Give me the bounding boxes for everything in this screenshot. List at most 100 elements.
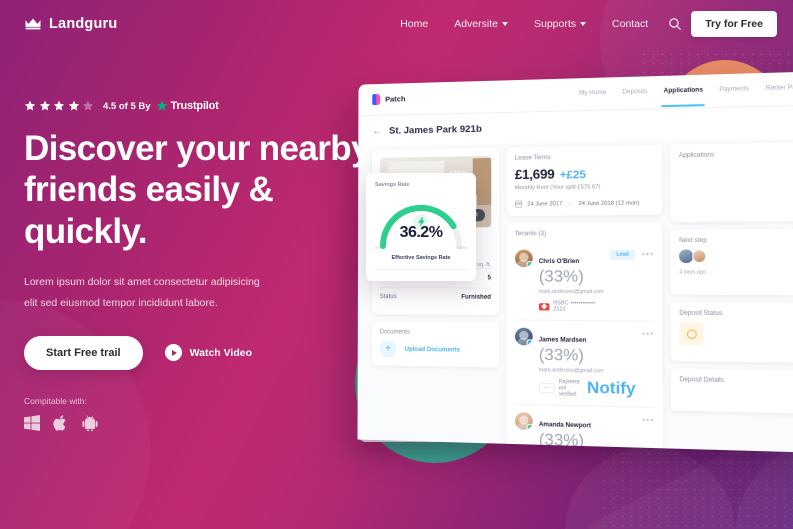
star-icon-empty bbox=[82, 100, 94, 111]
star-rating bbox=[24, 100, 94, 112]
nav-links: Home Adversite Supports Contact Try for … bbox=[387, 10, 777, 37]
dashboard-tab-renter-pass[interactable]: Renter Pass bbox=[766, 84, 793, 93]
nav-item-supports[interactable]: Supports bbox=[521, 18, 599, 30]
nav-item-contact-label: Contact bbox=[612, 17, 649, 30]
hero-subtext: Lorem ipsum dolor sit amet consectetur a… bbox=[24, 272, 294, 314]
nav-item-supports-label: Supports bbox=[534, 17, 577, 30]
notify-link[interactable]: Notify bbox=[587, 379, 636, 399]
deposit-details-card: Deposit Details bbox=[670, 368, 793, 414]
apple-icon[interactable] bbox=[53, 415, 69, 431]
android-icon[interactable] bbox=[82, 415, 98, 431]
trustpilot-logo[interactable]: Trustpilot bbox=[156, 100, 219, 112]
verified-badge-icon bbox=[526, 423, 533, 431]
avatar bbox=[692, 249, 707, 264]
patch-name: Patch bbox=[385, 94, 406, 104]
tenant-name: James Mardsen bbox=[538, 337, 587, 345]
windows-icon[interactable] bbox=[24, 414, 40, 431]
watch-video-button[interactable]: Watch Video bbox=[164, 344, 253, 362]
lease-date-start: 24 June 2017 bbox=[527, 200, 563, 208]
tenants-title: Tenants (3) bbox=[514, 231, 547, 238]
nav-item-contact[interactable]: Contact bbox=[599, 18, 661, 30]
watch-video-label: Watch Video bbox=[189, 346, 253, 359]
search-icon bbox=[669, 17, 682, 30]
deposit-status-icon bbox=[679, 322, 704, 346]
decor-dot-pattern-bottom bbox=[600, 440, 793, 529]
tenant-payment-row: HSBC •••••••••••• 2122 bbox=[538, 300, 604, 313]
trustpilot-name: Trustpilot bbox=[170, 100, 219, 112]
chevron-down-icon bbox=[502, 21, 508, 26]
start-free-trial-button[interactable]: Start Free trail bbox=[24, 335, 143, 370]
divider bbox=[375, 269, 467, 270]
dashboard-page-title: St. James Park 921b bbox=[389, 123, 482, 137]
lease-price-row: £1,699 +£25 bbox=[515, 165, 654, 182]
top-navbar: Landguru Home Adversite Supports Contact… bbox=[0, 0, 793, 47]
deposit-status-card: Deposit Status bbox=[670, 301, 793, 364]
next-step-card: Next step 4 days ago bbox=[670, 228, 793, 296]
search-button[interactable] bbox=[667, 16, 683, 32]
hero-subtext-line1: Lorem ipsum dolor sit amet consectetur a… bbox=[24, 275, 260, 288]
gauge-tick-min: 0% bbox=[375, 245, 381, 250]
more-options-icon[interactable]: ••• bbox=[642, 249, 654, 258]
pending-card-icon: — bbox=[538, 382, 555, 394]
lease-date-row: 24 June 2017 → 24 June 2018 (12 mon) bbox=[514, 199, 654, 208]
brand-name: Landguru bbox=[49, 15, 118, 32]
next-step-avatars bbox=[679, 249, 793, 264]
crown-icon bbox=[25, 18, 41, 30]
hero-content: 4.5 of 5 By Trustpilot Discover your nea… bbox=[24, 100, 374, 431]
nav-item-home[interactable]: Home bbox=[387, 18, 441, 30]
tenant-payment-row: — Payment not verified. Notify bbox=[538, 378, 636, 400]
next-step-time: 4 days ago bbox=[679, 269, 707, 276]
more-options-icon[interactable]: ••• bbox=[642, 415, 654, 425]
gauge-tick-max: 100% bbox=[456, 245, 467, 250]
tenant-row[interactable]: Chris O'Brien (33%) mark.andersen@gmail.… bbox=[514, 242, 655, 322]
property-row-status-key: Status bbox=[379, 294, 397, 301]
property-row-bedrooms-value: 5 bbox=[487, 275, 492, 282]
upload-documents-row[interactable]: + Upload Documents bbox=[379, 340, 491, 359]
more-options-icon[interactable]: ••• bbox=[642, 329, 654, 339]
documents-title: Documents bbox=[379, 329, 411, 336]
star-icon bbox=[24, 100, 36, 111]
applications-title: Applications bbox=[678, 152, 715, 160]
avatar bbox=[514, 412, 533, 431]
compatibility-icons bbox=[24, 414, 374, 431]
nav-item-adversite[interactable]: Adversite bbox=[441, 18, 521, 30]
next-step-title: Next step bbox=[679, 237, 707, 245]
cta-row: Start Free trail Watch Video bbox=[24, 335, 374, 370]
savings-rate-value: 36.2% bbox=[399, 224, 443, 241]
plus-icon: + bbox=[379, 340, 397, 358]
nav-item-adversite-label: Adversite bbox=[454, 17, 498, 30]
arrow-right-icon: → bbox=[567, 200, 574, 207]
tenant-email: mark.andersen@gmail.com bbox=[538, 367, 604, 375]
avatar bbox=[514, 327, 533, 346]
page-title: Discover your nearby friends easily & qu… bbox=[24, 129, 371, 251]
applications-card: Applications bbox=[670, 142, 793, 223]
compatibility-block: Compitable with: bbox=[24, 396, 374, 431]
dashboard-tab-payments[interactable]: Payments bbox=[719, 86, 749, 95]
lease-date-end: 24 June 2018 (12 mon) bbox=[578, 199, 640, 207]
tenants-card: Tenants (3) Chris O'Brien (33%) mark.and… bbox=[506, 222, 664, 453]
dashboard-tab-deposits[interactable]: Deposits bbox=[622, 88, 647, 97]
dashboard-tab-my-home[interactable]: My Home bbox=[579, 89, 606, 98]
try-for-free-button[interactable]: Try for Free bbox=[691, 10, 777, 37]
tenant-share: (33%) bbox=[538, 346, 584, 365]
verified-badge-icon bbox=[526, 260, 533, 268]
tenant-name: Chris O'Brien bbox=[538, 258, 580, 266]
status-badge: Lead bbox=[609, 249, 636, 260]
avatar bbox=[679, 249, 694, 264]
dashboard-column-lease: Lease Terms £1,699 +£25 Monthly Rent (Yo… bbox=[506, 144, 664, 453]
tenant-payment: Payment not verified. bbox=[558, 378, 580, 398]
dashboard-column-status: Applications Next step 4 days ago Deposi… bbox=[670, 142, 793, 452]
patch-logo[interactable]: Patch bbox=[372, 93, 406, 106]
tenant-row[interactable]: James Mardsen (33%) mark.andersen@gmail.… bbox=[514, 320, 655, 409]
brand-logo[interactable]: Landguru bbox=[24, 16, 117, 32]
rating-block: 4.5 of 5 By Trustpilot bbox=[24, 100, 374, 112]
verified-badge-icon bbox=[526, 339, 533, 346]
play-icon bbox=[164, 344, 182, 362]
savings-rate-card: Savings Rate 36.2% 0% 100% Effective Sav… bbox=[366, 173, 476, 281]
star-icon bbox=[68, 100, 79, 111]
lease-terms-card: Lease Terms £1,699 +£25 Monthly Rent (Yo… bbox=[506, 144, 663, 216]
calendar-icon bbox=[514, 200, 523, 208]
tenant-share: (33%) bbox=[538, 268, 584, 286]
tenant-payment: HSBC •••••••••••• 2122 bbox=[553, 300, 596, 313]
dashboard-tab-applications[interactable]: Applications bbox=[664, 87, 703, 96]
